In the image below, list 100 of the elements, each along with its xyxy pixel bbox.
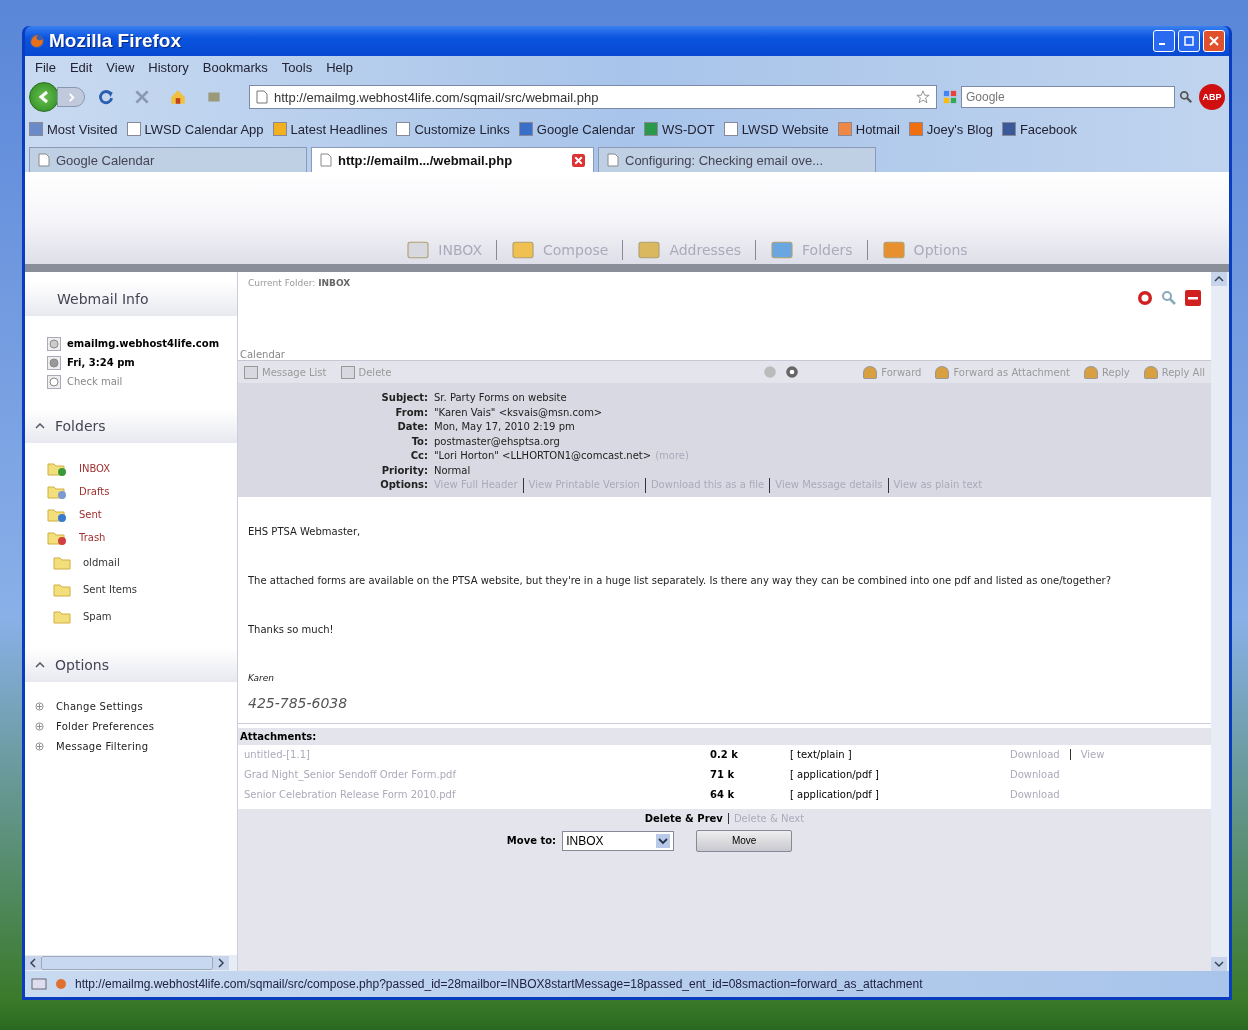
attachment-type: [ text/plain ] xyxy=(790,749,853,760)
browser-tab[interactable]: http://emailm.../webmail.php xyxy=(311,147,594,172)
search-engine-icon[interactable] xyxy=(943,90,957,104)
folder-icon xyxy=(53,608,73,625)
folder-select[interactable]: INBOX xyxy=(562,830,675,851)
page-icon xyxy=(256,90,268,104)
calendar-link[interactable]: Calendar xyxy=(240,349,1201,360)
folder-icon xyxy=(47,529,67,546)
folder-link[interactable]: INBOX xyxy=(79,463,111,474)
header-label: Priority: xyxy=(380,463,429,478)
tab-label: Google Calendar xyxy=(56,152,156,168)
address-bar[interactable]: http://emailmg.webhost4life.com/sqmail/src/webmail.php xyxy=(249,85,937,109)
attachment-size: 71 k xyxy=(710,769,736,780)
window-title: Mozilla Firefox xyxy=(49,30,182,52)
bookmark-item[interactable]: Google Calendar xyxy=(518,121,636,137)
close-button[interactable] xyxy=(1203,30,1225,52)
folder-icon xyxy=(47,483,67,500)
message-paragraph: The attached forms are available on the PTSA website, but they're in a huge list separately. Is there any way they can be combined into one pdf and listed as one/together? xyxy=(248,573,1112,587)
menu-item[interactable]: Help xyxy=(320,59,359,75)
message-paragraph: EHS PTSA Webmaster, xyxy=(248,524,362,538)
collapse-caret-icon xyxy=(35,662,45,668)
minimize-icon xyxy=(1159,43,1165,45)
folder-icon xyxy=(53,581,73,598)
signature-phone: 425-785-6038 xyxy=(248,694,349,711)
folder-link[interactable]: Trash xyxy=(79,532,106,543)
folder-icon xyxy=(47,506,67,523)
header-value: "Lori Horton" <LLHORTON1@comcast.net> xyxy=(434,449,652,463)
forward-button[interactable] xyxy=(57,87,85,107)
bookmark-item[interactable]: LWSD Website xyxy=(723,121,829,137)
bookmark-item[interactable]: Facebook xyxy=(1001,121,1077,137)
delete-prev-link[interactable]: Delete & Prev xyxy=(644,812,729,824)
move-button[interactable]: Move xyxy=(696,829,793,852)
menu-item[interactable]: Edit xyxy=(63,59,99,75)
message-paragraph: Karen xyxy=(248,671,276,685)
home-icon[interactable] xyxy=(169,88,187,106)
browser-tab[interactable]: Google Calendar xyxy=(29,147,307,172)
bullet-icon xyxy=(35,721,44,731)
close-icon xyxy=(1209,36,1219,46)
folder-icon xyxy=(47,460,67,477)
folder-link[interactable]: Sent Items xyxy=(83,584,137,595)
maximize-button[interactable] xyxy=(1178,30,1200,52)
minimize-button[interactable] xyxy=(1153,30,1175,52)
header-label: From: xyxy=(394,405,429,420)
folder-link[interactable]: Sent xyxy=(79,509,102,520)
horizontal-scrollbar[interactable] xyxy=(25,955,237,971)
search-icon[interactable] xyxy=(1161,290,1177,306)
bookmark-item[interactable]: WS-DOT xyxy=(644,121,715,137)
vertical-scrollbar[interactable] xyxy=(1211,272,1229,971)
header-label: Date: xyxy=(396,420,429,434)
move-to-label: Move to: xyxy=(506,835,557,846)
attachments-header: Attachments: xyxy=(238,727,1211,745)
status-text: http://emailmg.webhost4life.com/sqmail/src/compose.php?passed_id=28mailbor=INBOX8startMessage=18passed_ent_id=08smaction=forward_as_attachment xyxy=(75,977,923,991)
bookmark-item[interactable]: Latest Headlines xyxy=(272,121,388,137)
back-button[interactable] xyxy=(29,82,59,112)
message-paragraph: Thanks so much! xyxy=(248,622,335,636)
option-link[interactable]: Change Settings xyxy=(56,700,143,712)
menu-item[interactable]: View xyxy=(100,59,141,75)
reload-icon[interactable] xyxy=(97,88,115,106)
tab-label: Configuring: Checking email ove... xyxy=(625,152,824,168)
attachment-type: [ application/pdf ] xyxy=(790,789,880,800)
folder-link[interactable]: Drafts xyxy=(79,486,110,497)
folder-link[interactable]: oldmail xyxy=(83,557,120,568)
bookmark-item[interactable]: Most Visited xyxy=(29,121,118,137)
header-value: Sr. Party Forms on website xyxy=(434,391,567,405)
info-text: emailmg.webhost4life.com xyxy=(67,338,220,349)
bookmark-item[interactable]: Joey's Blog xyxy=(908,121,993,137)
attachment-type: [ application/pdf ] xyxy=(790,769,880,780)
menu-item[interactable]: History xyxy=(142,59,195,75)
search-field[interactable]: Google xyxy=(961,86,1175,108)
search-icon[interactable] xyxy=(1179,90,1193,104)
option-link[interactable]: Message Filtering xyxy=(56,740,149,752)
bookmark-item[interactable]: Hotmail xyxy=(837,121,900,137)
scroll-right-icon[interactable] xyxy=(213,956,229,970)
header-value: "Karen Vais" <ksvais@msn.com> xyxy=(434,405,603,420)
page-icon xyxy=(320,153,332,167)
browser-tab[interactable]: Configuring: Checking email ove... xyxy=(598,147,876,172)
remove-icon[interactable] xyxy=(1185,290,1201,306)
scroll-down-icon[interactable] xyxy=(1211,957,1227,971)
menu-item[interactable]: Tools xyxy=(275,59,319,75)
bullet-icon xyxy=(35,741,44,751)
header-label: Options: xyxy=(379,478,429,492)
header-label: To: xyxy=(410,434,429,449)
check-mail-link[interactable]: Check mail xyxy=(67,376,123,387)
folder-link[interactable]: Spam xyxy=(83,611,112,622)
page-icon xyxy=(607,153,619,167)
menu-item[interactable]: File xyxy=(29,59,62,75)
scroll-up-icon[interactable] xyxy=(1211,272,1227,286)
bookmark-star-icon[interactable] xyxy=(916,90,930,104)
firefox-logo-icon xyxy=(29,33,45,49)
bookmark-item[interactable]: Customize Links xyxy=(396,121,510,137)
bookmark-item[interactable]: LWSD Calendar App xyxy=(126,121,264,137)
page-icon xyxy=(38,153,50,167)
scroll-left-icon[interactable] xyxy=(25,956,41,970)
bullet-icon xyxy=(35,701,44,711)
menu-item[interactable]: Bookmarks xyxy=(196,59,274,75)
header-value: Mon, May 17, 2010 2:19 pm xyxy=(434,420,575,434)
adblock-button[interactable]: ABP xyxy=(1199,84,1225,110)
folder-icon xyxy=(53,554,73,571)
option-link[interactable]: Folder Preferences xyxy=(56,720,155,732)
close-tab-icon[interactable] xyxy=(572,153,585,167)
